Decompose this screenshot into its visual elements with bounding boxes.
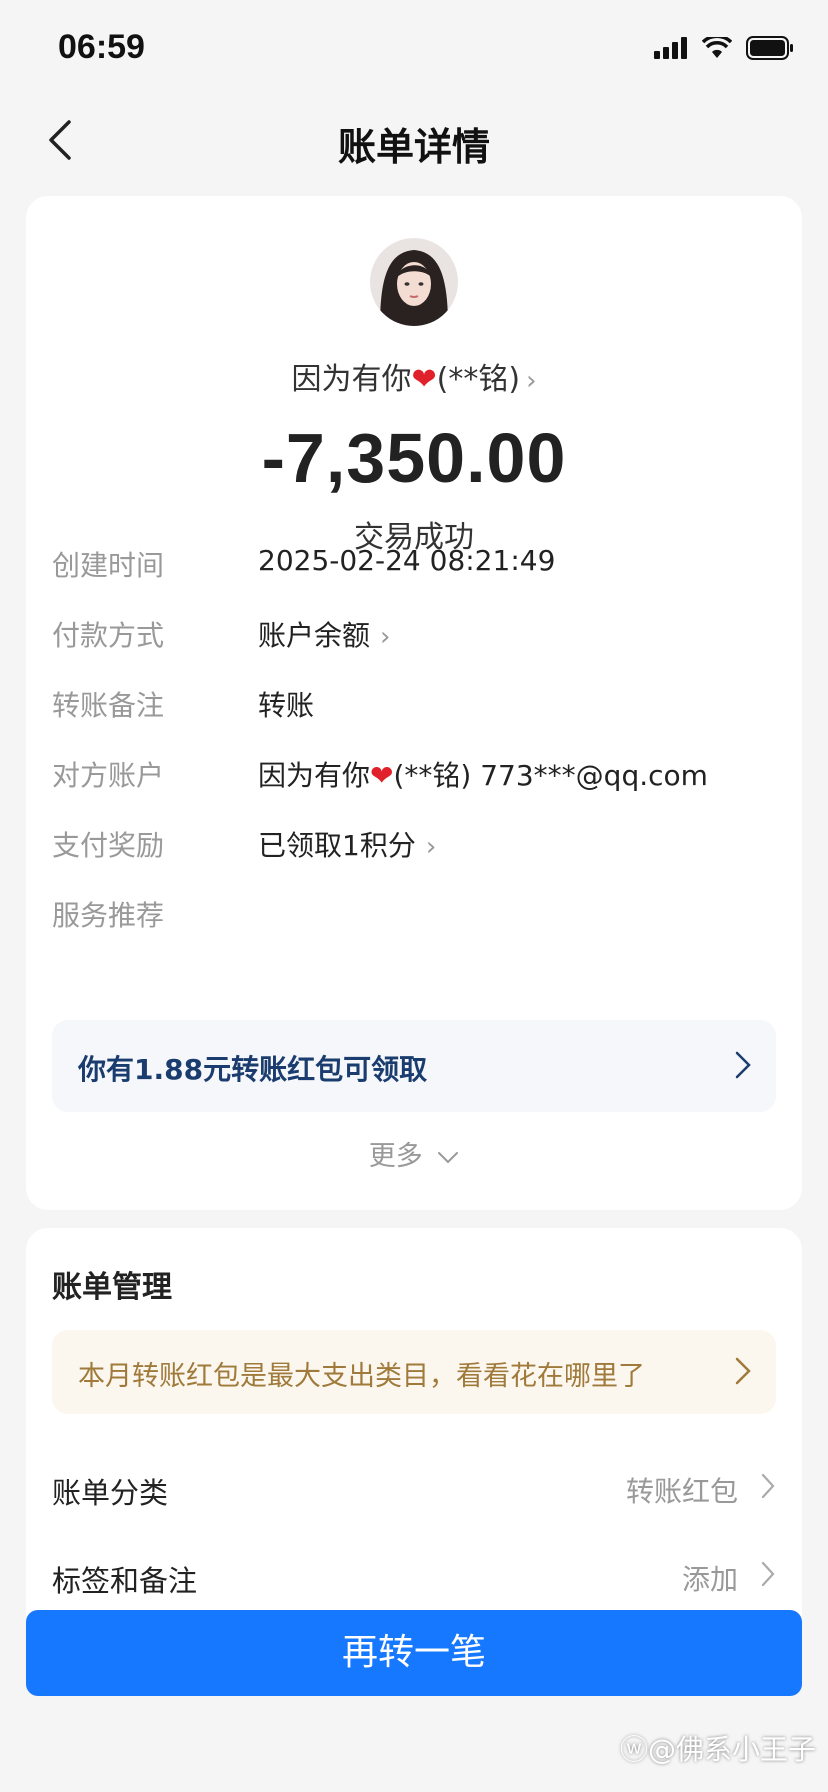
more-label: 更多 [368,1141,423,1172]
bill-category-row[interactable]: 账单分类 转账红包 [52,1456,776,1516]
chevron-right-icon: › [526,366,537,396]
chevron-right-icon [761,1473,775,1499]
manage-value: 添加 [681,1563,738,1596]
chevron-right-icon: › [425,832,437,862]
page-title: 账单详情 [337,125,490,169]
detail-row-service-recommend: 服务推荐 [52,886,776,934]
detail-label: 对方账户 [52,759,165,792]
payee-masked: (**铭) [436,362,521,397]
promo-text: 你有1.88元转账红包可领取 [78,1053,428,1086]
detail-label: 转账备注 [52,689,165,722]
watermark-text: @佛系小王子 [647,1733,816,1766]
battery-icon [746,36,793,60]
detail-label: 支付奖励 [52,829,165,862]
insight-text: 本月转账红包是最大支出类目，看看花在哪里了 [78,1361,645,1392]
weibo-logo-icon: ⓦ [619,1733,648,1766]
detail-value-wrap: 因为有你❤(**铭) 773***@qq.com [258,754,708,794]
counterparty-name: 因为有你 [258,759,371,792]
nav-bar: 账单详情 [0,96,828,184]
heart-icon: ❤ [370,759,394,792]
chevron-down-icon [438,1152,459,1164]
transaction-amount: -7,350.00 [261,419,567,497]
status-icons [654,36,794,60]
detail-value: 转账 [258,689,315,722]
detail-row-payment-reward[interactable]: 支付奖励 已领取1积分 › [52,816,776,864]
chevron-right-icon [761,1561,775,1587]
detail-label: 付款方式 [52,619,165,652]
payee-link[interactable]: 因为有你❤(**铭) › [26,354,802,398]
watermark: ⓦ@佛系小王子 [620,1728,816,1768]
manage-label: 标签和备注 [52,1564,198,1598]
detail-label: 创建时间 [52,549,165,582]
detail-row-payment-method[interactable]: 付款方式 账户余额 › [52,606,776,654]
heart-icon: ❤ [411,362,437,397]
tags-notes-row[interactable]: 标签和备注 添加 [52,1544,776,1604]
red-packet-promo[interactable]: 你有1.88元转账红包可领取 [52,1020,776,1112]
signal-icon [654,37,687,59]
detail-label: 服务推荐 [52,899,165,932]
chevron-right-icon [735,1357,751,1385]
detail-value-wrap: 账户余额 › [258,614,390,654]
detail-row-created-time: 创建时间 2025-02-24 08:21:49 [52,536,776,584]
avatar-image [370,238,458,326]
spending-insight[interactable]: 本月转账红包是最大支出类目，看看花在哪里了 [52,1330,776,1414]
wifi-icon [702,37,732,58]
detail-value: 2025-02-24 08:21:49 [258,544,556,577]
manage-value: 转账红包 [625,1475,738,1508]
manage-label: 账单分类 [52,1476,169,1510]
status-time: 06:59 [58,28,145,66]
section-title: 账单管理 [52,1270,172,1305]
detail-value-wrap: 已领取1积分 › [258,824,436,864]
detail-value: 已领取1积分 [258,829,416,862]
detail-row-counterparty: 对方账户 因为有你❤(**铭) 773***@qq.com [52,746,776,794]
counterparty-account: (**铭) 773***@qq.com [393,759,708,792]
transfer-again-button[interactable]: 再转一笔 [26,1610,802,1696]
chevron-right-icon [735,1051,751,1079]
detail-row-transfer-note: 转账备注 转账 [52,676,776,724]
chevron-right-icon: › [380,622,391,652]
bill-management-card: 账单管理 本月转账红包是最大支出类目，看看花在哪里了 账单分类 转账红包 标签和… [26,1228,802,1628]
detail-value: 账户余额 [258,619,371,652]
payee-name: 因为有你 [291,362,412,397]
more-toggle[interactable]: 更多 [26,1134,802,1173]
status-bar: 06:59 [0,0,828,96]
transaction-card: 因为有你❤(**铭) › -7,350.00 交易成功 创建时间 2025-02-… [26,196,802,1210]
payee-avatar[interactable] [370,238,458,326]
